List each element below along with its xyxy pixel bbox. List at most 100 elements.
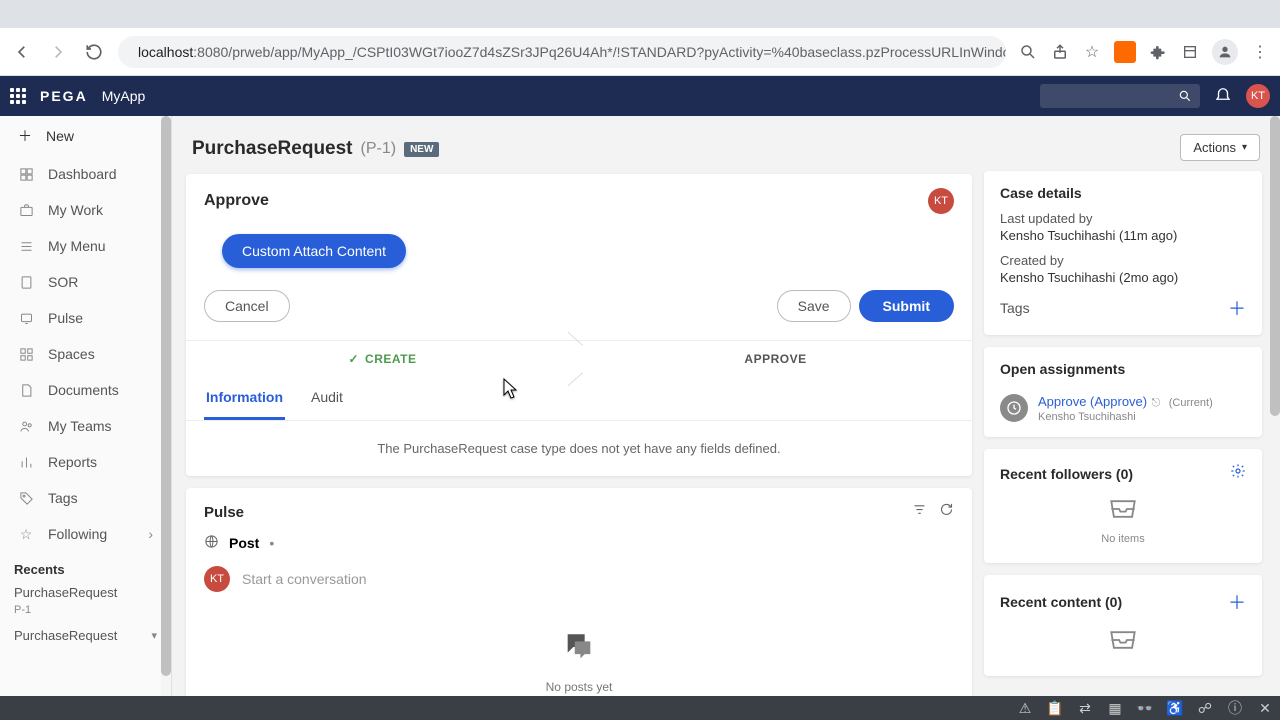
- cancel-button[interactable]: Cancel: [204, 290, 290, 322]
- menu-icon[interactable]: ⋮: [1250, 42, 1270, 62]
- devbar-log-icon[interactable]: ▦: [1106, 700, 1124, 717]
- extension-icon[interactable]: [1114, 41, 1136, 63]
- forward-button[interactable]: [46, 40, 70, 64]
- bookmark-icon[interactable]: ☆: [1082, 42, 1102, 62]
- globe-icon: [204, 534, 219, 552]
- devbar-info-icon[interactable]: ⓘ: [1226, 698, 1244, 718]
- app-launcher-icon[interactable]: [10, 88, 26, 104]
- devbar-person-icon[interactable]: ☍: [1196, 700, 1214, 717]
- assignment-link[interactable]: Approve (Approve): [1038, 394, 1147, 409]
- extensions-icon[interactable]: [1148, 42, 1168, 62]
- assignment-user: Kensho Tsuchihashi: [1038, 411, 1213, 423]
- sidebar-item-mywork[interactable]: My Work: [0, 192, 171, 228]
- inbox-icon: [1106, 640, 1140, 657]
- sidebar-item-pulse[interactable]: Pulse: [0, 300, 171, 336]
- sidebar-item-reports[interactable]: Reports: [0, 444, 171, 480]
- user-avatar[interactable]: KT: [1246, 84, 1270, 108]
- devbar-trace-icon[interactable]: ⇄: [1076, 700, 1094, 717]
- notifications-icon[interactable]: [1214, 85, 1232, 108]
- devbar-warn-icon[interactable]: ⚠: [1016, 700, 1034, 717]
- app-header: PEGA MyApp KT: [0, 76, 1280, 116]
- chevron-down-icon: ▾: [1242, 142, 1247, 153]
- recent-content-card: Recent content (0) ＋: [984, 575, 1262, 676]
- followers-title: Recent followers (0): [1000, 466, 1133, 482]
- reading-list-icon[interactable]: [1180, 42, 1200, 62]
- recent-item[interactable]: PurchaseRequest: [0, 581, 171, 604]
- sidebar-item-tags[interactable]: Tags: [0, 480, 171, 516]
- recent-item-sub: P-1: [0, 604, 171, 624]
- assignee-avatar[interactable]: KT: [928, 188, 954, 214]
- devbar-accessibility-icon[interactable]: ♿: [1166, 700, 1184, 717]
- reload-button[interactable]: [82, 40, 106, 64]
- post-user-avatar: KT: [204, 566, 230, 592]
- reports-icon: [18, 454, 34, 470]
- filter-icon[interactable]: [912, 502, 927, 522]
- tag-icon: [18, 490, 34, 506]
- app-name: MyApp: [102, 88, 146, 104]
- sidebar: ＋ New Dashboard My Work My Menu SOR Puls…: [0, 116, 172, 696]
- sidebar-item-myteams[interactable]: My Teams: [0, 408, 171, 444]
- profile-button[interactable]: [1212, 39, 1238, 65]
- tab-audit[interactable]: Audit: [309, 377, 345, 420]
- document-icon: [18, 382, 34, 398]
- inbox-icon: [1106, 509, 1140, 526]
- post-label[interactable]: Post: [229, 535, 259, 551]
- open-assignments-title: Open assignments: [1000, 361, 1246, 377]
- sidebar-item-following[interactable]: ☆Following›: [0, 516, 171, 552]
- file-icon: [18, 274, 34, 290]
- created-by-value: Kensho Tsuchihashi (2mo ago): [1000, 270, 1246, 285]
- approve-card: Approve KT Custom Attach Content Cancel …: [186, 174, 972, 476]
- approve-title: Approve: [204, 192, 269, 210]
- sidebar-item-dashboard[interactable]: Dashboard: [0, 156, 171, 192]
- gear-icon[interactable]: [1230, 463, 1246, 484]
- tab-information[interactable]: Information: [204, 377, 285, 420]
- pulse-title: Pulse: [204, 504, 244, 521]
- pulse-card: Pulse Post • KT Start a conversation: [186, 488, 972, 696]
- new-button[interactable]: ＋ New: [0, 116, 171, 156]
- refresh-icon[interactable]: [939, 502, 954, 522]
- devbar-glasses-icon[interactable]: 👓: [1136, 700, 1154, 717]
- star-icon: ☆: [18, 526, 34, 542]
- sidebar-item-spaces[interactable]: Spaces: [0, 336, 171, 372]
- no-posts: No posts yet: [186, 610, 972, 696]
- save-button[interactable]: Save: [777, 290, 851, 322]
- pega-logo: PEGA: [40, 88, 88, 104]
- updated-by-value: Kensho Tsuchihashi (11m ago): [1000, 228, 1246, 243]
- recent-item[interactable]: PurchaseRequest▾: [0, 624, 171, 647]
- sidebar-item-sor[interactable]: SOR: [0, 264, 171, 300]
- browser-toolbar: localhost:8080/prweb/app/MyApp_/CSPtI03W…: [0, 28, 1280, 76]
- recent-content-title: Recent content (0): [1000, 594, 1122, 610]
- spaces-icon: [18, 346, 34, 362]
- case-id: (P-1): [361, 140, 397, 158]
- check-icon: ✓: [348, 352, 359, 366]
- search-icon[interactable]: [1018, 42, 1038, 62]
- devbar-clipboard-icon[interactable]: 📋: [1046, 700, 1064, 717]
- add-content-button[interactable]: ＋: [1228, 589, 1246, 615]
- url-bar[interactable]: localhost:8080/prweb/app/MyApp_/CSPtI03W…: [118, 36, 1006, 68]
- submit-button[interactable]: Submit: [859, 290, 954, 322]
- add-tag-button[interactable]: ＋: [1228, 295, 1246, 321]
- page-header: PurchaseRequest (P-1) NEW: [186, 128, 972, 174]
- stage-bar: ✓CREATE APPROVE: [186, 340, 972, 377]
- actions-button[interactable]: Actions▾: [1180, 134, 1260, 161]
- pulse-icon: [18, 310, 34, 326]
- recents-header: Recents: [0, 552, 171, 581]
- current-label: (Current): [1169, 397, 1213, 409]
- devtools-bar: ⚠ 📋 ⇄ ▦ 👓 ♿ ☍ ⓘ ✕: [0, 696, 1280, 720]
- stage-approve: APPROVE: [579, 341, 972, 377]
- tags-label: Tags: [1000, 300, 1030, 316]
- header-search[interactable]: [1040, 84, 1200, 108]
- conversation-input[interactable]: Start a conversation: [242, 571, 367, 587]
- case-title: PurchaseRequest: [192, 138, 353, 160]
- recent-followers-card: Recent followers (0) No items: [984, 449, 1262, 563]
- status-badge: NEW: [404, 142, 439, 157]
- sidebar-item-documents[interactable]: Documents: [0, 372, 171, 408]
- link-icon: ⎋: [1152, 397, 1161, 409]
- sidebar-item-mymenu[interactable]: My Menu: [0, 228, 171, 264]
- back-button[interactable]: [10, 40, 34, 64]
- dashboard-icon: [18, 166, 34, 182]
- share-icon[interactable]: [1050, 42, 1070, 62]
- custom-attach-content-button[interactable]: Custom Attach Content: [222, 234, 406, 268]
- briefcase-icon: [18, 202, 34, 218]
- devbar-close-icon[interactable]: ✕: [1256, 700, 1274, 717]
